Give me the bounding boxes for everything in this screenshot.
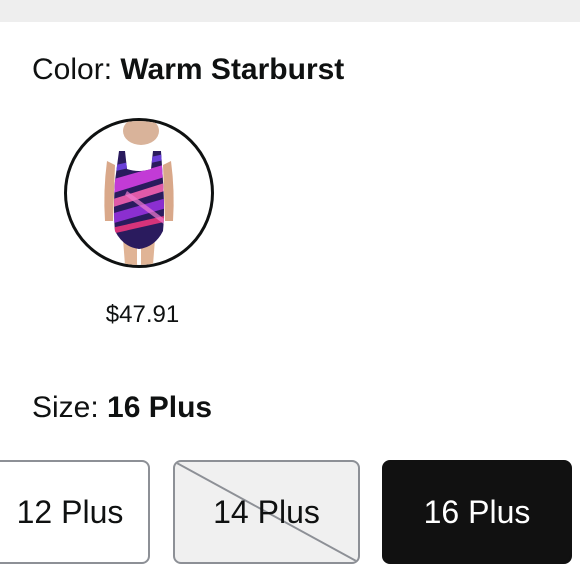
product-variation-panel: Color: Warm Starburst $47.91 Size: 16 Pl… bbox=[0, 0, 580, 580]
color-swatch-warm-starburst[interactable] bbox=[64, 118, 214, 268]
swatch-price: $47.91 bbox=[105, 301, 180, 328]
color-label: Color: bbox=[32, 53, 121, 86]
swimsuit-product-image bbox=[104, 121, 174, 265]
size-label: Size: bbox=[32, 391, 108, 424]
size-option-label: 12 Plus bbox=[16, 493, 124, 530]
selected-size-name: 16 Plus bbox=[107, 391, 213, 424]
size-option-12-plus[interactable]: 12 Plus bbox=[0, 460, 150, 564]
selected-color-name: Warm Starburst bbox=[120, 53, 345, 86]
size-option-label: 14 Plus bbox=[213, 493, 320, 530]
size-heading: Size: 16 Plus bbox=[32, 390, 212, 426]
size-option-14-plus-unavailable[interactable]: 14 Plus bbox=[173, 460, 360, 564]
color-heading: Color: Warm Starburst bbox=[32, 52, 344, 88]
size-option-16-plus-selected[interactable]: 16 Plus bbox=[382, 460, 572, 564]
size-option-label: 16 Plus bbox=[423, 493, 531, 530]
top-divider-band bbox=[0, 0, 580, 22]
